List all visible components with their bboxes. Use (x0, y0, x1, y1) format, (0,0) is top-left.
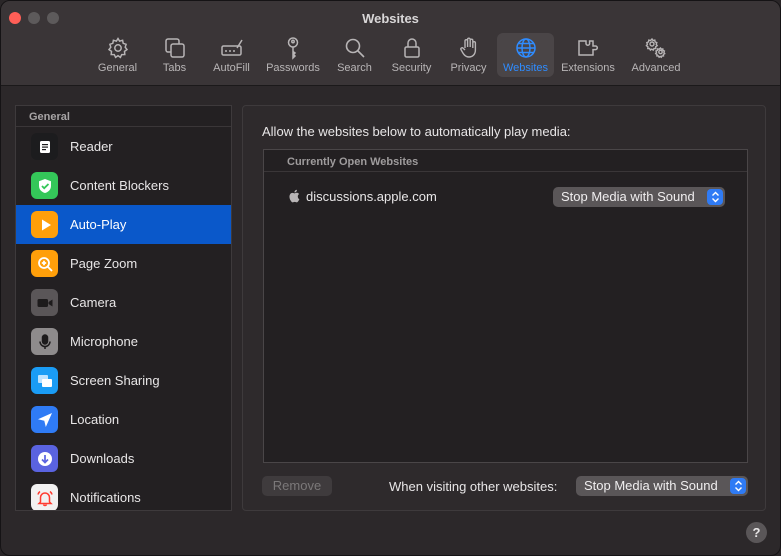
list-item[interactable]: discussions.apple.com Stop Media with So… (264, 184, 747, 210)
sidebar-item-label: Page Zoom (70, 256, 138, 271)
list-header: Currently Open Websites (264, 150, 747, 172)
tab-general[interactable]: General (89, 33, 146, 77)
search-icon (345, 38, 365, 58)
chevron-updown-icon (707, 189, 723, 205)
tab-search-label: Search (337, 62, 372, 74)
tab-websites-label: Websites (502, 62, 549, 74)
other-websites-label: When visiting other websites: (389, 479, 558, 494)
lock-icon (403, 38, 420, 58)
sidebar-item-notifications[interactable]: Notifications (16, 478, 231, 510)
hand-icon (459, 37, 476, 58)
tab-advanced[interactable]: Advanced (622, 33, 690, 77)
sidebar-item-label: Location (70, 412, 120, 427)
sidebar-item-label: Downloads (70, 451, 135, 466)
sidebar-header: General (16, 106, 231, 127)
toolbar-area: Websites General Tabs AutoFill Passwords… (1, 1, 780, 86)
sidebar-item-page-zoom[interactable]: Page Zoom (16, 244, 231, 283)
window-title: Websites (362, 11, 419, 26)
location-icon (31, 406, 58, 433)
microphone-icon (31, 328, 58, 355)
tab-privacy-label: Privacy (450, 62, 487, 74)
tab-websites[interactable]: Websites (497, 33, 554, 77)
sidebar-item-reader[interactable]: Reader (16, 127, 231, 166)
sidebar-item-screen-sharing[interactable]: Screen Sharing (16, 361, 231, 400)
shield-check-icon (31, 172, 58, 199)
globe-icon (515, 38, 536, 58)
sidebar-item-label: Reader (70, 139, 113, 154)
screen-sharing-icon (31, 367, 58, 394)
puzzle-icon (578, 40, 599, 56)
sidebar-item-label: Content Blockers (70, 178, 169, 193)
play-icon (31, 211, 58, 238)
reader-icon (31, 133, 58, 160)
tab-general-label: General (97, 62, 138, 74)
preferences-window: Websites General Tabs AutoFill Passwords… (0, 0, 781, 556)
site-name: discussions.apple.com (306, 189, 437, 204)
camera-icon (31, 289, 58, 316)
preferences-toolbar: General Tabs AutoFill Passwords Search S… (89, 33, 690, 77)
tab-passwords-label: Passwords (266, 62, 320, 74)
other-websites-value: Stop Media with Sound (584, 478, 718, 493)
sidebar-item-content-blockers[interactable]: Content Blockers (16, 166, 231, 205)
tab-privacy[interactable]: Privacy (440, 33, 497, 77)
site-autoplay-value: Stop Media with Sound (561, 189, 695, 204)
site-autoplay-select[interactable]: Stop Media with Sound (553, 187, 725, 207)
auto-play-panel: Allow the websites below to automaticall… (242, 105, 766, 511)
sidebar-item-downloads[interactable]: Downloads (16, 439, 231, 478)
sidebar-item-label: Microphone (70, 334, 138, 349)
sidebar-item-label: Screen Sharing (70, 373, 160, 388)
gears-icon (645, 37, 666, 59)
remove-button[interactable]: Remove (262, 476, 332, 496)
tab-security[interactable]: Security (383, 33, 440, 77)
sidebar-item-label: Notifications (70, 490, 141, 505)
settings-sidebar: General Reader Content Blockers Auto-Pla… (15, 105, 232, 511)
other-websites-select[interactable]: Stop Media with Sound (576, 476, 748, 496)
tab-extensions-label: Extensions (561, 62, 615, 74)
key-icon (287, 37, 299, 60)
zoom-icon (31, 250, 58, 277)
sidebar-item-camera[interactable]: Camera (16, 283, 231, 322)
tab-security-label: Security (391, 62, 432, 74)
tab-tabs-label: Tabs (162, 62, 187, 74)
panel-description: Allow the websites below to automaticall… (262, 124, 571, 139)
gear-icon (107, 37, 128, 59)
chevron-updown-icon (730, 478, 746, 494)
bell-icon (31, 484, 58, 510)
download-icon (31, 445, 58, 472)
sidebar-item-label: Camera (70, 295, 117, 310)
tab-extensions[interactable]: Extensions (554, 33, 622, 77)
tab-advanced-label: Advanced (631, 62, 681, 74)
apple-logo-icon (289, 189, 300, 203)
tab-tabs[interactable]: Tabs (146, 33, 203, 77)
sidebar-item-location[interactable]: Location (16, 400, 231, 439)
tab-passwords[interactable]: Passwords (260, 33, 326, 77)
sidebar-item-auto-play[interactable]: Auto-Play (16, 205, 231, 244)
open-websites-list[interactable]: Currently Open Websites discussions.appl… (263, 149, 748, 463)
tab-autofill-label: AutoFill (213, 62, 250, 74)
help-button[interactable]: ? (746, 522, 767, 543)
tab-autofill[interactable]: AutoFill (203, 33, 260, 77)
autofill-pencil-icon (220, 39, 243, 56)
sidebar-item-microphone[interactable]: Microphone (16, 322, 231, 361)
tab-search[interactable]: Search (326, 33, 383, 77)
sidebar-item-label: Auto-Play (70, 217, 127, 232)
tabs-icon (164, 38, 185, 58)
